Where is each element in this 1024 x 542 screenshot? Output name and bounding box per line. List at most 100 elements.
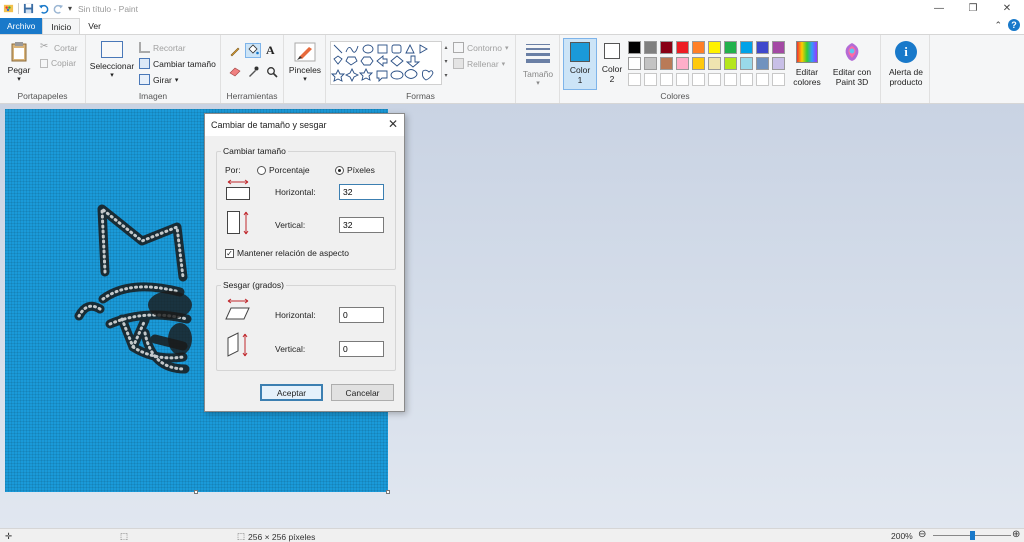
shapes-scroll[interactable]: ▴ ▾ ▾ xyxy=(443,41,449,85)
crop-button[interactable]: Recortar xyxy=(139,42,186,53)
ok-button[interactable]: Aceptar xyxy=(260,384,323,401)
undo-icon[interactable] xyxy=(38,3,49,14)
color-picker-icon[interactable] xyxy=(247,66,259,78)
group-image: Seleccionar ▾ Recortar Cambiar tamaño Gi… xyxy=(86,35,221,103)
save-icon[interactable] xyxy=(23,3,34,14)
paste-button[interactable]: Pegar ▾ xyxy=(4,41,34,85)
fill-button[interactable]: Rellenar ▾ xyxy=(453,58,505,69)
shapes-gallery[interactable] xyxy=(330,41,442,85)
product-alert-button[interactable]: i Alerta de producto xyxy=(883,41,929,87)
tab-file[interactable]: Archivo xyxy=(0,18,43,34)
resize-handle-corner[interactable] xyxy=(386,490,390,494)
text-tool-icon[interactable]: A xyxy=(266,43,275,58)
palette-swatch[interactable] xyxy=(644,57,657,70)
paint3d-label: Editar con xyxy=(832,67,872,77)
custom-color-slot[interactable] xyxy=(692,73,705,86)
color2-button[interactable]: Color 2 xyxy=(598,41,626,84)
palette-swatch[interactable] xyxy=(628,57,641,70)
percent-radio[interactable] xyxy=(257,166,266,175)
image-size: ⬚ 256 × 256 píxeles xyxy=(237,531,315,542)
palette-swatch[interactable] xyxy=(724,41,737,54)
fill-bucket-icon xyxy=(248,44,259,55)
skew-horizontal-input[interactable] xyxy=(339,307,384,323)
vertical-input[interactable] xyxy=(339,217,384,233)
edit-with-paint3d-button[interactable]: Editar con Paint 3D xyxy=(828,41,876,87)
paint-app-icon[interactable] xyxy=(3,3,14,14)
skew-section-label: Sesgar (grados) xyxy=(221,280,286,290)
rotate-button[interactable]: Girar ▾ xyxy=(139,74,178,85)
custom-color-slot[interactable] xyxy=(740,73,753,86)
custom-color-slot[interactable] xyxy=(724,73,737,86)
custom-color-slot[interactable] xyxy=(772,73,785,86)
custom-color-slot[interactable] xyxy=(660,73,673,86)
palette-swatch[interactable] xyxy=(644,41,657,54)
custom-color-slot[interactable] xyxy=(676,73,689,86)
outline-icon xyxy=(453,42,464,53)
zoom-out-button[interactable]: ⊖ xyxy=(918,529,926,540)
palette-swatch[interactable] xyxy=(660,41,673,54)
size-button[interactable]: Tamaño ▾ xyxy=(520,41,556,89)
dialog-close-icon[interactable]: ✕ xyxy=(388,117,398,131)
horizontal-input[interactable] xyxy=(339,184,384,200)
palette-swatch[interactable] xyxy=(692,57,705,70)
palette-swatch[interactable] xyxy=(660,57,673,70)
window-title: Sin título - Paint xyxy=(78,3,139,14)
eraser-icon[interactable] xyxy=(229,67,241,77)
color1-button[interactable]: Color 1 xyxy=(563,38,597,90)
palette-swatch[interactable] xyxy=(676,57,689,70)
cut-button[interactable]: ✂ Cortar xyxy=(40,42,78,53)
palette-swatch[interactable] xyxy=(628,41,641,54)
resize-button[interactable]: Cambiar tamaño xyxy=(139,58,216,69)
fill-tool-button[interactable] xyxy=(245,43,261,58)
size-label: Tamaño xyxy=(522,69,554,79)
edit-colors-button[interactable]: Editar colores xyxy=(788,41,826,87)
maintain-aspect-checkbox[interactable]: ✓ xyxy=(225,249,234,258)
brushes-button[interactable]: Pinceles ▾ xyxy=(288,41,322,85)
palette-swatch[interactable] xyxy=(708,57,721,70)
edit-colors-label-2: colores xyxy=(793,77,821,87)
line-size-icon xyxy=(526,44,550,63)
close-window-button[interactable]: ✕ xyxy=(990,0,1024,17)
maximize-button[interactable]: ❐ xyxy=(956,0,990,17)
collapse-ribbon-icon[interactable]: ⌃ xyxy=(994,20,1002,31)
horizontal-label: Horizontal: xyxy=(275,187,316,197)
palette-swatch[interactable] xyxy=(756,57,769,70)
pencil-icon[interactable] xyxy=(229,45,241,57)
palette-swatch[interactable] xyxy=(708,41,721,54)
customize-qat-icon[interactable]: ▾ xyxy=(68,4,72,13)
help-icon[interactable]: ? xyxy=(1008,19,1020,31)
palette-swatch[interactable] xyxy=(740,41,753,54)
outline-button[interactable]: Contorno ▾ xyxy=(453,42,508,53)
paste-label: Pegar xyxy=(7,65,31,75)
palette-swatch[interactable] xyxy=(740,57,753,70)
custom-color-slot[interactable] xyxy=(628,73,641,86)
product-alert-label: Alerta de xyxy=(888,67,924,77)
group-colors: Color 1 Color 2 Editar colores Editar co… xyxy=(560,35,880,103)
palette-swatch[interactable] xyxy=(756,41,769,54)
skew-vertical-input[interactable] xyxy=(339,341,384,357)
palette-swatch[interactable] xyxy=(772,57,785,70)
custom-color-slot[interactable] xyxy=(644,73,657,86)
palette-swatch[interactable] xyxy=(676,41,689,54)
title-bar: ▾ Sin título - Paint — ❐ ✕ xyxy=(0,0,1024,17)
skew-fieldset: Sesgar (grados) Horizontal: Vertical: xyxy=(216,280,396,371)
selection-size-icon: ⬚ xyxy=(120,531,129,541)
custom-color-slot[interactable] xyxy=(708,73,721,86)
tab-home[interactable]: Inicio xyxy=(42,18,81,34)
custom-color-slot[interactable] xyxy=(756,73,769,86)
tab-view[interactable]: Ver xyxy=(80,18,109,34)
copy-button[interactable]: Copiar xyxy=(40,58,76,68)
cursor-position-icon: ✛ xyxy=(5,531,13,541)
palette-swatch[interactable] xyxy=(692,41,705,54)
palette-swatch[interactable] xyxy=(772,41,785,54)
palette-swatch[interactable] xyxy=(724,57,737,70)
select-button[interactable]: Seleccionar ▾ xyxy=(88,41,136,81)
minimize-button[interactable]: — xyxy=(922,0,956,17)
pixels-radio[interactable] xyxy=(335,166,344,175)
zoom-in-button[interactable]: ⊕ xyxy=(1012,529,1020,540)
cancel-button[interactable]: Cancelar xyxy=(331,384,394,401)
magnifier-icon[interactable] xyxy=(266,66,278,78)
resize-handle-bottom[interactable] xyxy=(194,490,198,494)
zoom-slider-thumb[interactable] xyxy=(970,531,975,540)
redo-icon[interactable] xyxy=(53,3,64,14)
